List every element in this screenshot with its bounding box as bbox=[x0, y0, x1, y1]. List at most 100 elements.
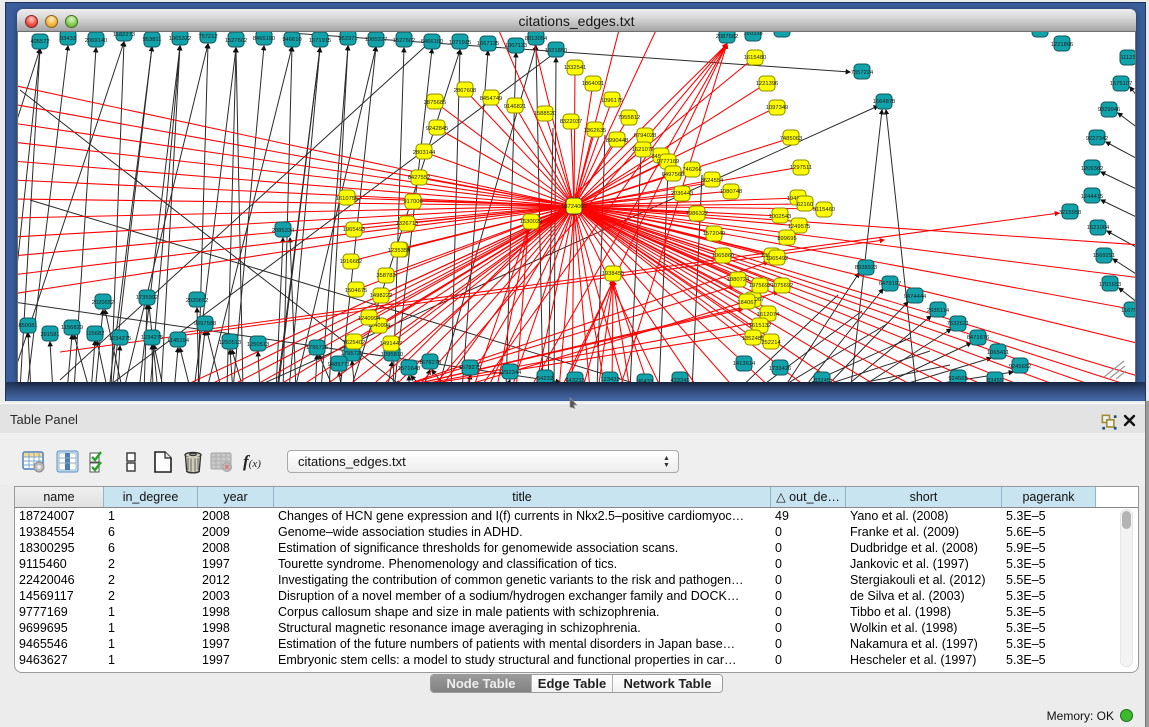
svg-text:115682: 115682 bbox=[86, 331, 105, 337]
svg-text:2020652: 2020652 bbox=[186, 298, 209, 304]
svg-text:1075692: 1075692 bbox=[771, 283, 794, 289]
svg-text:1938455: 1938455 bbox=[602, 271, 625, 277]
svg-text:8471676: 8471676 bbox=[967, 335, 990, 341]
svg-text:1612074: 1612074 bbox=[757, 312, 780, 318]
svg-text:8938923: 8938923 bbox=[855, 265, 878, 271]
svg-text:1678275: 1678275 bbox=[419, 360, 442, 366]
svg-text:9397588: 9397588 bbox=[194, 321, 217, 327]
svg-text:9777169: 9777169 bbox=[657, 159, 680, 165]
svg-text:9485771: 9485771 bbox=[328, 362, 351, 368]
svg-text:9227342: 9227342 bbox=[1086, 136, 1109, 142]
svg-text:1065411: 1065411 bbox=[987, 350, 1009, 356]
svg-text:850081: 850081 bbox=[18, 323, 37, 329]
svg-text:6479197: 6479197 bbox=[879, 281, 902, 287]
svg-text:184067: 184067 bbox=[737, 300, 756, 306]
svg-text:6794028: 6794028 bbox=[634, 133, 657, 139]
svg-text:1569291: 1569291 bbox=[1093, 253, 1116, 259]
svg-text:2085334: 2085334 bbox=[272, 228, 295, 234]
svg-text:1067133: 1067133 bbox=[505, 43, 528, 49]
svg-text:1332541: 1332541 bbox=[564, 65, 587, 71]
svg-text:1182273: 1182273 bbox=[113, 32, 135, 38]
svg-text:1610755: 1610755 bbox=[336, 196, 359, 202]
svg-text:83245: 83245 bbox=[814, 378, 830, 382]
svg-text:746266: 746266 bbox=[682, 167, 701, 173]
svg-text:1575107: 1575107 bbox=[1110, 81, 1133, 87]
svg-text:2803144: 2803144 bbox=[413, 150, 436, 156]
svg-text:1221396: 1221396 bbox=[756, 81, 779, 87]
svg-text:1145194: 1145194 bbox=[167, 338, 190, 344]
svg-text:1326713: 1326713 bbox=[396, 221, 419, 227]
svg-text:9242845: 9242845 bbox=[426, 126, 449, 132]
svg-text:1615132: 1615132 bbox=[749, 323, 772, 329]
svg-text:1095810: 1095810 bbox=[381, 352, 404, 358]
svg-text:1621072: 1621072 bbox=[632, 147, 655, 153]
svg-text:2036443: 2036443 bbox=[671, 191, 694, 197]
svg-text:1250513: 1250513 bbox=[219, 340, 242, 346]
svg-text:1413614: 1413614 bbox=[733, 361, 756, 367]
svg-text:7955812: 7955812 bbox=[618, 115, 641, 121]
svg-text:1080748: 1080748 bbox=[720, 189, 743, 195]
svg-text:1701653: 1701653 bbox=[1099, 282, 1122, 288]
svg-text:391581: 391581 bbox=[40, 332, 59, 338]
svg-text:1621064: 1621064 bbox=[1087, 225, 1110, 231]
svg-text:433345: 433345 bbox=[670, 378, 689, 382]
svg-text:1678275: 1678275 bbox=[459, 365, 482, 371]
svg-text:7632621: 7632621 bbox=[947, 321, 970, 327]
svg-text:1880724: 1880724 bbox=[727, 277, 750, 283]
svg-text:93433: 93433 bbox=[60, 36, 76, 42]
svg-text:881305: 881305 bbox=[1030, 32, 1049, 34]
svg-text:1156829: 1156829 bbox=[61, 325, 83, 331]
svg-text:358783: 358783 bbox=[376, 273, 395, 279]
svg-text:1916682: 1916682 bbox=[340, 259, 363, 265]
svg-text:7986322: 7986322 bbox=[686, 211, 709, 217]
svg-text:881305: 881305 bbox=[772, 32, 791, 34]
svg-text:9146821: 9146821 bbox=[504, 104, 527, 110]
svg-text:1292344: 1292344 bbox=[499, 370, 522, 376]
svg-text:9245652: 9245652 bbox=[1009, 364, 1032, 370]
svg-text:6466160: 6466160 bbox=[421, 39, 444, 45]
svg-text:1362635: 1362635 bbox=[584, 128, 607, 134]
svg-text:1795725: 1795725 bbox=[306, 345, 329, 351]
svg-text:405572: 405572 bbox=[30, 39, 49, 45]
svg-text:1221866: 1221866 bbox=[1051, 42, 1074, 48]
svg-text:96433: 96433 bbox=[637, 379, 653, 382]
svg-text:1530029: 1530029 bbox=[520, 219, 543, 225]
svg-text:18724007: 18724007 bbox=[561, 204, 587, 210]
svg-text:6497568: 6497568 bbox=[662, 172, 685, 178]
svg-text:1527602: 1527602 bbox=[225, 38, 248, 44]
svg-text:3624554: 3624554 bbox=[701, 178, 724, 184]
svg-text:3215958: 3215958 bbox=[1059, 210, 1082, 216]
svg-text:1527602: 1527602 bbox=[393, 38, 416, 44]
svg-text:7485063: 7485063 bbox=[780, 136, 803, 142]
svg-text:7357224: 7357224 bbox=[851, 70, 874, 76]
svg-text:9115460: 9115460 bbox=[813, 207, 835, 213]
svg-text:1240994: 1240994 bbox=[358, 316, 381, 322]
svg-text:160338: 160338 bbox=[743, 32, 762, 37]
svg-text:1209382: 1209382 bbox=[1081, 166, 1104, 172]
svg-text:757212: 757212 bbox=[198, 34, 217, 40]
svg-text:3875685: 3875685 bbox=[424, 100, 447, 106]
svg-text:1498222: 1498222 bbox=[370, 293, 393, 299]
svg-text:9329946: 9329946 bbox=[1098, 107, 1121, 113]
svg-text:1065322: 1065322 bbox=[169, 36, 192, 42]
svg-text:8813054: 8813054 bbox=[525, 36, 548, 42]
svg-text:1002543: 1002543 bbox=[769, 214, 792, 220]
svg-text:8427552: 8427552 bbox=[408, 175, 431, 181]
svg-text:1975692: 1975692 bbox=[749, 283, 772, 289]
svg-text:1615480: 1615480 bbox=[744, 55, 767, 61]
svg-text:2069140: 2069140 bbox=[85, 38, 108, 44]
svg-text:1065327: 1065327 bbox=[365, 37, 388, 43]
svg-text:1167534: 1167534 bbox=[1121, 308, 1135, 314]
svg-text:1664878: 1664878 bbox=[873, 99, 896, 105]
svg-text:1249575: 1249575 bbox=[788, 224, 811, 230]
svg-text:952371: 952371 bbox=[338, 36, 357, 42]
svg-text:946610: 946610 bbox=[282, 37, 301, 43]
svg-text:1234275: 1234275 bbox=[141, 335, 164, 341]
svg-text:2087682: 2087682 bbox=[716, 34, 739, 40]
svg-text:917006: 917006 bbox=[403, 199, 422, 205]
svg-text:2935114: 2935114 bbox=[927, 308, 950, 314]
svg-text:83455: 83455 bbox=[987, 378, 1003, 382]
svg-text:54232: 54232 bbox=[537, 376, 553, 382]
svg-text:8454749: 8454749 bbox=[480, 96, 503, 102]
svg-text:1504675: 1504675 bbox=[345, 288, 368, 294]
